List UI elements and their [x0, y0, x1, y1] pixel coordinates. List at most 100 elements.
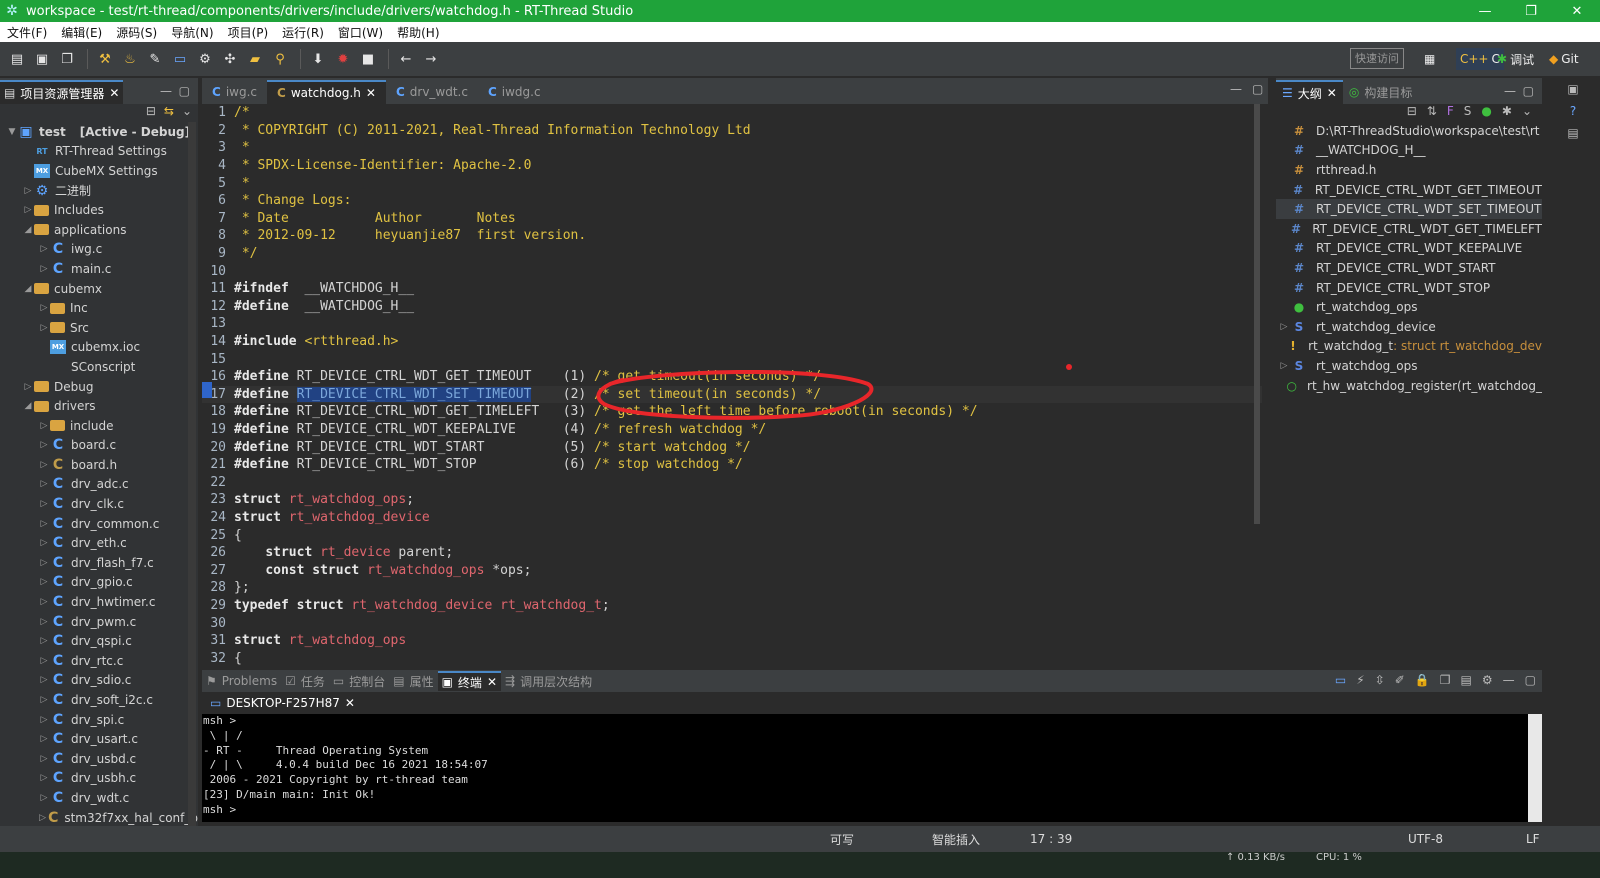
editor-tab[interactable]: Cwatchdog.h ✕ [267, 80, 386, 104]
close-button[interactable]: ✕ [1554, 4, 1600, 19]
terminal-output[interactable]: msh > \ | / - RT - Thread Operating Syste… [202, 714, 1528, 822]
outline-item[interactable]: ! rt_watchdog_t : struct rt_watchdog_dev [1276, 337, 1542, 357]
minimize-view-icon[interactable]: — [160, 84, 172, 98]
tree-item[interactable]: ▷ Includes [0, 200, 198, 220]
expand-arrow-icon[interactable]: ▷ [1276, 361, 1292, 371]
tree-item[interactable]: ▷ ⚙ 二进制 [0, 181, 198, 201]
copy-icon[interactable]: ❐ [1440, 673, 1451, 687]
perspective-debug[interactable]: ✱ 调试 [1497, 48, 1534, 70]
expand-arrow-icon[interactable]: ▷ [38, 793, 50, 803]
back-arrow-icon[interactable]: ← [395, 49, 417, 69]
new-icon[interactable]: ▤ [6, 49, 28, 69]
open-perspective-button[interactable]: ▦ [1424, 48, 1435, 70]
maximize-view-icon[interactable]: ▢ [179, 84, 190, 98]
save-all-icon[interactable]: ❐ [56, 49, 78, 69]
tree-item[interactable]: ▷ include [0, 416, 198, 436]
stop-icon[interactable]: ■ [357, 49, 379, 69]
help-icon[interactable]: ? [1570, 104, 1576, 118]
expand-arrow-icon[interactable]: ▷ [22, 382, 34, 392]
close-icon[interactable]: ✕ [345, 696, 355, 710]
outline-item[interactable]: # rtthread.h [1276, 160, 1542, 180]
menu-source[interactable]: 源码(S) [109, 24, 164, 41]
console-tab[interactable]: ▭ 控制台 [329, 671, 389, 691]
status-encoding[interactable]: UTF-8 [1408, 832, 1443, 846]
hide-macros-icon[interactable]: ✱ [1502, 104, 1512, 122]
expand-arrow-icon[interactable]: ▷ [38, 617, 50, 627]
sdk-manager-icon[interactable]: ✣ [219, 49, 241, 69]
tree-item[interactable]: ▷ Cdrv_flash_f7.c [0, 553, 198, 573]
menu-project[interactable]: 项目(P) [221, 24, 276, 41]
expand-arrow-icon[interactable]: ▷ [38, 460, 50, 470]
tree-item[interactable]: ▷ Cdrv_usart.c [0, 729, 198, 749]
expand-arrow-icon[interactable]: ▷ [22, 205, 34, 215]
expand-arrow-icon[interactable]: ▷ [38, 754, 50, 764]
menu-run[interactable]: 运行(R) [275, 24, 331, 41]
expand-arrow-icon[interactable]: ▷ [38, 519, 50, 529]
download-icon[interactable]: ⬇ [307, 49, 329, 69]
editor-tab[interactable]: Ciwg.c [202, 80, 267, 104]
tree-item[interactable]: ▷ Cstm32f7xx_hal_conf_b [0, 808, 198, 828]
open-folder-icon[interactable]: ▰ [244, 49, 266, 69]
tree-item[interactable]: ▷ Cdrv_pwm.c [0, 612, 198, 632]
forward-arrow-icon[interactable]: → [420, 49, 442, 69]
close-icon[interactable]: ✕ [487, 675, 497, 689]
tree-item[interactable]: ▷ Cdrv_rtc.c [0, 651, 198, 671]
hide-fields-icon[interactable]: F [1447, 104, 1454, 122]
outline-item[interactable]: # RT_DEVICE_CTRL_WDT_STOP [1276, 278, 1542, 298]
restore-icon[interactable]: ▣ [1567, 82, 1578, 96]
collapse-all-icon[interactable]: ⊟ [146, 104, 156, 122]
tree-item[interactable]: RT RT-Thread Settings [0, 142, 198, 162]
status-line-ending[interactable]: LF [1526, 832, 1540, 846]
tree-item[interactable]: ▷ Debug [0, 377, 198, 397]
expand-arrow-icon[interactable]: ▷ [1276, 322, 1292, 332]
editor-scrollbar[interactable] [1254, 104, 1260, 524]
tree-item[interactable]: ▷ Cdrv_hwtimer.c [0, 592, 198, 612]
clear-console-icon[interactable]: ✐ [1395, 673, 1405, 687]
minimize-button[interactable]: — [1462, 4, 1508, 19]
tree-item[interactable]: ◢ cubemx [0, 279, 198, 299]
expand-arrow-icon[interactable]: ◢ [22, 225, 34, 235]
close-icon[interactable]: ✕ [109, 86, 119, 100]
tab-build-targets[interactable]: ◎ 构建目标 [1343, 80, 1419, 104]
tree-item[interactable]: ▷ Cdrv_gpio.c [0, 573, 198, 593]
editor-maximize-icon[interactable]: ▢ [1252, 82, 1263, 96]
tree-item[interactable]: ▷ Cdrv_qspi.c [0, 631, 198, 651]
editor-tab[interactable]: Ciwdg.c [478, 80, 551, 104]
settings-icon[interactable]: ⚙ [1482, 673, 1493, 687]
tree-item[interactable]: ▷ Cdrv_usbh.c [0, 769, 198, 789]
settings-wrench-icon[interactable]: ✎ [144, 49, 166, 69]
expand-arrow-icon[interactable]: ▷ [38, 440, 50, 450]
editor-tab[interactable]: Cdrv_wdt.c [386, 80, 478, 104]
tab-project-explorer[interactable]: ▤ 项目资源管理器 ✕ [0, 80, 124, 104]
search-icon[interactable]: ⚲ [269, 49, 291, 69]
console-tab[interactable]: ⚑ Problems [202, 671, 281, 691]
expand-arrow-icon[interactable]: ▷ [38, 656, 50, 666]
tree-item[interactable]: ▷ Cboard.c [0, 436, 198, 456]
outline-maximize-icon[interactable]: ▢ [1523, 84, 1534, 98]
tree-item[interactable]: ▷ Inc [0, 298, 198, 318]
open-terminal-icon[interactable]: ▭ [1335, 673, 1346, 687]
properties-icon[interactable]: ▤ [1567, 126, 1578, 140]
expand-arrow-icon[interactable]: ▼ [6, 127, 18, 137]
tab-outline[interactable]: ☰ 大纲 ✕ [1276, 80, 1343, 104]
expand-arrow-icon[interactable]: ▷ [38, 558, 50, 568]
expand-arrow-icon[interactable]: ▷ [38, 813, 47, 823]
expand-arrow-icon[interactable]: ▷ [38, 715, 50, 725]
view-menu-icon[interactable]: ⌄ [1522, 104, 1532, 122]
outline-item[interactable]: # D:\RT-ThreadStudio\workspace\test\rt [1276, 121, 1542, 141]
scroll-lock-icon[interactable]: ⇳ [1375, 673, 1385, 687]
tree-item[interactable]: ▷ Cdrv_usbd.c [0, 749, 198, 769]
view-menu-icon[interactable]: ⌄ [182, 104, 192, 122]
console-tab[interactable]: ▤ 属性 [389, 671, 437, 691]
outline-item[interactable]: # RT_DEVICE_CTRL_WDT_SET_TIMEOUT [1276, 199, 1542, 219]
paste-icon[interactable]: ▤ [1461, 673, 1472, 687]
outline-item[interactable]: # RT_DEVICE_CTRL_WDT_GET_TIMELEFT [1276, 219, 1542, 239]
tree-item[interactable]: ◢ drivers [0, 396, 198, 416]
link-editor-icon[interactable]: ⇆ [164, 104, 174, 122]
outline-item[interactable]: ▷ Srt_watchdog_ops [1276, 356, 1542, 376]
expand-arrow-icon[interactable]: ▷ [38, 323, 50, 333]
outline-item[interactable]: # __WATCHDOG_H__ [1276, 141, 1542, 161]
menu-help[interactable]: 帮助(H) [390, 24, 446, 41]
menu-file[interactable]: 文件(F) [0, 24, 54, 41]
outline-item[interactable]: # RT_DEVICE_CTRL_WDT_GET_TIMEOUT [1276, 180, 1542, 200]
